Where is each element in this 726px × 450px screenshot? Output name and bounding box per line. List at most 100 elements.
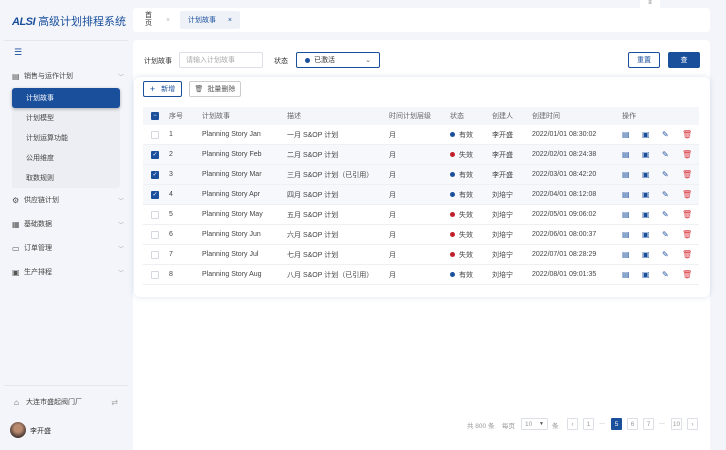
row-checkbox[interactable]: ✓ [151,150,159,159]
edit-icon[interactable]: ✎ [662,165,669,184]
view-icon[interactable]: ▤ [622,225,630,244]
view-icon[interactable]: ▤ [622,205,630,224]
sidebar-item[interactable]: 取数规则 [12,168,120,188]
cell-desc: 二月 S&OP 计划 [287,151,339,159]
view-icon[interactable]: ▤ [622,185,630,204]
column-header: 创建时间 [532,113,560,120]
edit-icon[interactable]: ✎ [662,225,669,244]
view-icon[interactable]: ▤ [622,125,630,144]
app-logo: ALSI 高级计划排程系统 [12,16,127,28]
cell-time: 2022/05/01 09:06:02 [532,211,597,218]
tab-home[interactable]: 首页 × [137,11,177,29]
delete-icon[interactable]: 🗑 [682,225,692,244]
sidebar-group[interactable]: ▤ 销售与运作计划 ﹀ [12,66,124,86]
page-button[interactable]: 7 [643,418,654,430]
cell-time: 2022/07/01 08:28:29 [532,251,597,258]
view-icon[interactable]: ▤ [622,165,630,184]
batch-delete-button[interactable]: 🗑 批量删除 [189,81,241,97]
delete-icon[interactable]: 🗑 [682,165,692,184]
building-icon: ⌂ [14,397,19,407]
page-button[interactable]: 1 [583,418,594,430]
tab-bar: 首页 × 计划故事 × [133,8,710,32]
delete-icon[interactable]: 🗑 [682,125,692,144]
row-checkbox[interactable] [151,130,159,139]
query-button[interactable]: 查 [668,52,700,68]
tab-plan-story[interactable]: 计划故事 × [180,11,240,29]
sidebar-item[interactable]: 计划运算功能 [12,128,120,148]
folder-icon[interactable]: ▣ [642,185,650,204]
column-header: 操作 [622,113,636,120]
delete-icon[interactable]: 🗑 [682,145,692,164]
database-icon: ▦ [12,219,20,229]
table-row[interactable]: ✓ 4 Planning Story Apr 四月 S&OP 计划 月 有效 刘培宁 2022… [143,185,699,205]
close-icon[interactable]: × [166,17,170,24]
table-row[interactable]: ✓ 2 Planning Story Feb 二月 S&OP 计划 月 失效 李开盛 2022… [143,145,699,165]
edit-icon[interactable]: ✎ [662,125,669,144]
status-dot [450,252,455,257]
folder-icon[interactable]: ▣ [642,225,650,244]
folder-icon[interactable]: ▣ [642,205,650,224]
sidebar-group[interactable]: ▭ 订单管理 ﹀ [12,238,124,258]
sidebar-item[interactable]: 计划故事 [12,88,120,108]
status-badge: 失效 [450,205,473,224]
sidebar-item[interactable]: 公用维度 [12,148,120,168]
row-checkbox[interactable] [151,230,159,239]
reset-button[interactable]: 重置 [628,52,660,68]
next-page-button[interactable]: › [687,418,698,430]
table-row[interactable]: 7 Planning Story Jul 七月 S&OP 计划 月 失效 刘培宁 2022/… [143,245,699,265]
folder-icon[interactable]: ▣ [642,165,650,184]
table-row[interactable]: 8 Planning Story Aug 八月 S&OP 计划（已引用） 月 有效 刘培宁… [143,265,699,285]
menu-collapse-icon[interactable]: ☰ [14,47,22,58]
table-row[interactable]: ✓ 3 Planning Story Mar 三月 S&OP 计划（已引用） 月 有效 李开… [143,165,699,185]
delete-icon[interactable]: 🗑 [682,245,692,264]
prev-page-button[interactable]: ‹ [567,418,578,430]
edit-icon[interactable]: ✎ [662,145,669,164]
switch-icon[interactable]: ⇄ [111,398,118,407]
company-switcher[interactable]: ⌂ 大连市盛起阀门厂 ⇄ [14,392,118,412]
view-icon[interactable]: ▤ [622,245,630,264]
page-button[interactable]: 10 [671,418,682,430]
delete-icon[interactable]: 🗑 [682,265,692,284]
folder-icon[interactable]: ▣ [642,245,650,264]
edit-icon[interactable]: ✎ [662,245,669,264]
cell-time: 2022/04/01 08:12:08 [532,191,597,198]
row-checkbox[interactable] [151,250,159,259]
row-checkbox[interactable] [151,210,159,219]
page-button[interactable]: 5 [611,418,622,430]
table-row[interactable]: 1 Planning Story Jan 一月 S&OP 计划 月 有效 李开盛 2022/… [143,125,699,145]
row-checkbox[interactable] [151,270,159,279]
per-page-select[interactable]: 10 ▼ [521,418,548,430]
cell-level: 月 [389,251,396,259]
edit-icon[interactable]: ✎ [662,185,669,204]
table-row[interactable]: 5 Planning Story May 五月 S&OP 计划 月 失效 刘培宁 2022/… [143,205,699,225]
folder-icon[interactable]: ▣ [642,265,650,284]
page-button[interactable]: 6 [627,418,638,430]
add-button[interactable]: + 新增 [143,81,182,97]
more-menu-icon[interactable]: ≡ [640,0,660,10]
delete-icon[interactable]: 🗑 [682,205,692,224]
view-icon[interactable]: ▤ [622,145,630,164]
story-search-input[interactable]: 请输入计划故事 [179,52,263,68]
select-all-checkbox[interactable]: − [151,112,159,120]
edit-icon[interactable]: ✎ [662,265,669,284]
cell-story: Planning Story Aug [202,271,262,278]
cell-desc: 六月 S&OP 计划 [287,231,339,239]
edit-icon[interactable]: ✎ [662,205,669,224]
status-select[interactable]: 已激活 ⌄ [296,52,380,68]
view-icon[interactable]: ▤ [622,265,630,284]
delete-icon[interactable]: 🗑 [682,185,692,204]
sidebar-group[interactable]: ▣ 生产排程 ﹀ [12,262,124,282]
avatar[interactable] [10,422,26,438]
sidebar-group[interactable]: ▦ 基础数据 ﹀ [12,214,124,234]
folder-icon[interactable]: ▣ [642,145,650,164]
table-row[interactable]: 6 Planning Story Jun 六月 S&OP 计划 月 失效 刘培宁 2022/… [143,225,699,245]
sidebar-group[interactable]: ⚙ 供应链计划 ﹀ [12,190,124,210]
folder-icon[interactable]: ▣ [642,125,650,144]
row-checkbox[interactable]: ✓ [151,190,159,199]
row-checkbox[interactable]: ✓ [151,170,159,179]
cell-creator: 李开盛 [492,131,513,139]
cell-creator: 刘培宁 [492,211,513,219]
sidebar-item[interactable]: 计划模型 [12,108,120,128]
close-icon[interactable]: × [228,17,232,24]
calendar-icon: ▣ [12,267,20,277]
